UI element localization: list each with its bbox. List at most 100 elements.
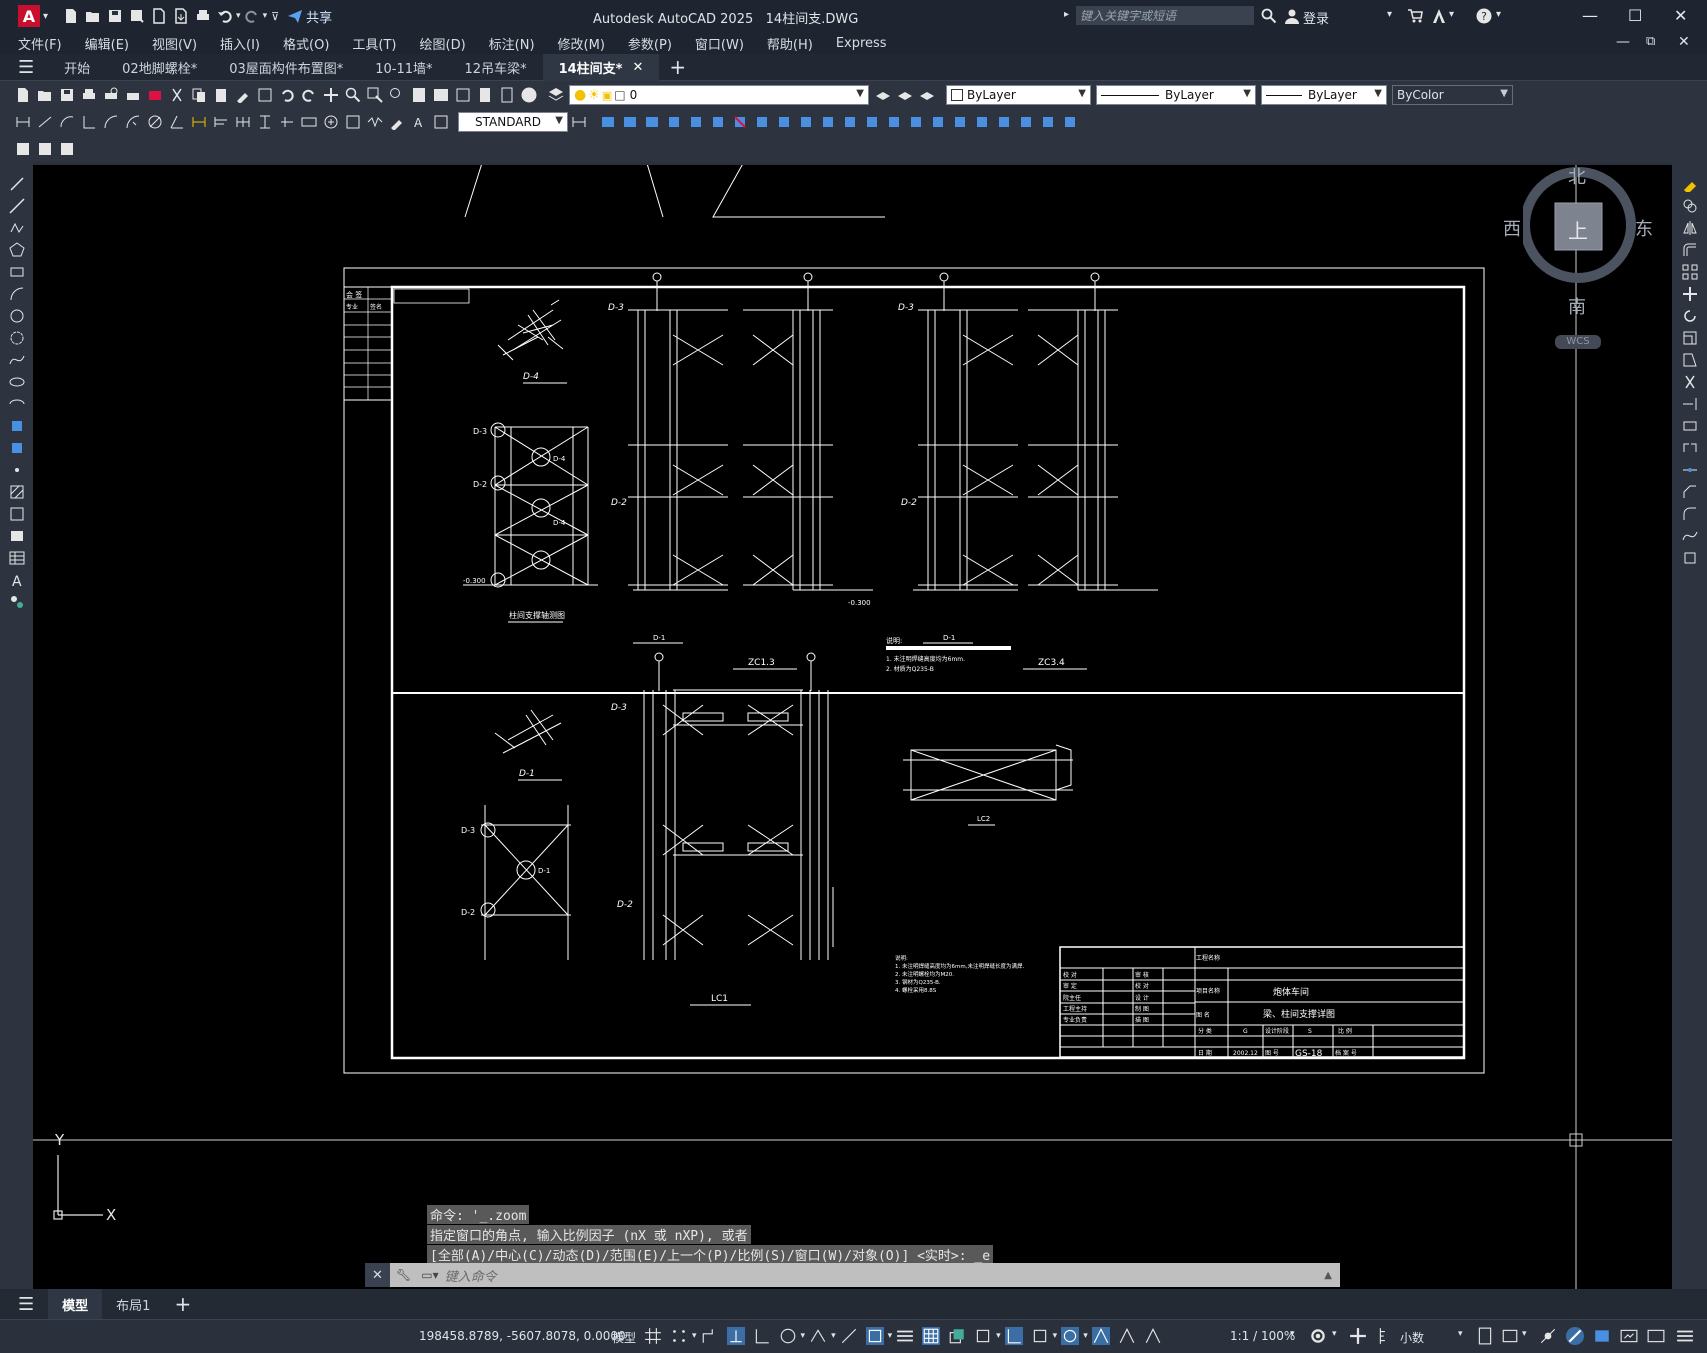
modify-subtract-icon[interactable] [622, 114, 638, 130]
search-input[interactable]: 键入关键字或短语 [1076, 6, 1254, 25]
scale-icon[interactable] [1682, 330, 1698, 346]
clean-screen-toggle-icon[interactable] [1593, 1327, 1611, 1345]
open-folder-icon[interactable] [85, 8, 101, 24]
flatshot-icon[interactable] [1062, 114, 1078, 130]
infer-constraints-icon[interactable] [701, 1327, 719, 1345]
toolbar-help-icon[interactable] [521, 87, 537, 103]
dim-update-icon[interactable] [433, 114, 449, 130]
layer-state-icon[interactable] [919, 87, 935, 103]
extrude-faces-icon[interactable] [666, 114, 682, 130]
workspace-dropdown-chevron-icon[interactable]: ▾ [1332, 1329, 1337, 1339]
undo-tool-icon[interactable] [279, 87, 295, 103]
properties-icon[interactable] [411, 87, 427, 103]
tab-14-active[interactable]: 14柱间支* ✕ [542, 53, 660, 81]
dim-edit-icon[interactable] [389, 114, 405, 130]
transparency-icon[interactable] [922, 1327, 941, 1345]
units-dropdown-chevron-icon[interactable]: ▾ [1458, 1329, 1463, 1339]
annotation-scale-value[interactable]: 1:1 / 100% [1230, 1329, 1295, 1343]
maximize-window-icon[interactable]: ☐ [1628, 6, 1642, 25]
array-icon[interactable] [1682, 264, 1698, 280]
rectangle-icon[interactable] [9, 264, 25, 280]
delete-faces-icon[interactable] [732, 114, 748, 130]
customization-icon[interactable] [1676, 1327, 1694, 1345]
viewcube[interactable]: 北 南 西 东 上 WCS [1503, 165, 1653, 349]
menu-modify[interactable]: 修改(M) [558, 34, 605, 53]
app-menu-chevron-icon[interactable]: ▾ [43, 11, 48, 22]
spline-icon[interactable] [9, 352, 25, 368]
polar-dropdown-chevron-icon[interactable]: ▾ [801, 1331, 806, 1341]
section-plane-icon[interactable] [1040, 114, 1056, 130]
gradient-icon[interactable] [9, 506, 25, 522]
lineweight-combo[interactable]: ByLayer ▼ [1261, 85, 1387, 105]
extract-edges-icon[interactable] [952, 114, 968, 130]
quick-dim-icon[interactable] [191, 114, 207, 130]
dim-linear-icon[interactable] [15, 114, 31, 130]
doc-minimize-icon[interactable]: — [1616, 34, 1630, 50]
publish-icon[interactable] [125, 87, 141, 103]
break-icon[interactable] [1682, 440, 1698, 456]
tab-10-11[interactable]: 10-11墙* [359, 54, 448, 81]
scale-dropdown-chevron-icon[interactable]: ▾ [1290, 1329, 1295, 1339]
layout-tab-model[interactable]: 模型 [48, 1289, 103, 1319]
auto-scale-icon[interactable] [1118, 1327, 1136, 1345]
menu-express[interactable]: Express [836, 36, 887, 51]
menu-edit[interactable]: 编辑(E) [85, 34, 129, 53]
join-icon[interactable] [1682, 462, 1698, 478]
tab-02[interactable]: 02地脚螺栓* [106, 54, 213, 81]
make-block-icon[interactable] [9, 440, 25, 456]
viewcube-north[interactable]: 北 [1568, 165, 1586, 189]
selection-cycling-icon[interactable] [948, 1327, 966, 1345]
drawing-canvas[interactable]: 会 签 专业 签名 D-4 D-3 D-2 D-4 D-4 -0.300 柱间支… [33, 165, 1672, 1289]
autodesk-a360-icon[interactable] [1431, 8, 1447, 24]
command-input[interactable]: 🔧︎ ▭▾ 键入命令 ▲ [390, 1263, 1340, 1287]
taper-faces-icon[interactable] [776, 114, 792, 130]
units-value[interactable]: 小数 [1400, 1329, 1424, 1346]
doc-restore-icon[interactable]: ⧉ [1646, 34, 1655, 49]
new-file-icon[interactable] [63, 8, 79, 24]
menu-format[interactable]: 格式(O) [283, 34, 329, 53]
paste-icon[interactable] [213, 87, 229, 103]
lockui-dropdown-chevron-icon[interactable]: ▾ [1522, 1329, 1527, 1339]
rotate-faces-icon[interactable] [754, 114, 770, 130]
snap-icon[interactable] [670, 1327, 688, 1345]
layer-combo[interactable]: ● ☀ ▣ □ 0 ▼ [569, 85, 869, 105]
modify-intersect-icon[interactable] [644, 114, 660, 130]
trim-icon[interactable] [1682, 374, 1698, 390]
menu-draw[interactable]: 绘图(D) [420, 34, 466, 53]
interfere-icon[interactable] [1018, 114, 1034, 130]
menu-window[interactable]: 窗口(W) [695, 34, 744, 53]
cmd-grip-close[interactable]: ✕ [365, 1263, 390, 1287]
dim-ordinate-icon[interactable] [81, 114, 97, 130]
gizmo-dropdown-chevron-icon[interactable]: ▾ [1083, 1331, 1088, 1341]
open-web-icon[interactable] [151, 8, 167, 24]
modify-union-icon[interactable] [600, 114, 616, 130]
cmd-history-expand-icon[interactable]: ▲ [1324, 1270, 1332, 1281]
layout-menu-icon[interactable]: ☰ [18, 1294, 34, 1315]
customize-qat-chevron-icon[interactable]: ⊽ [271, 10, 279, 23]
save-web-icon[interactable] [173, 8, 189, 24]
inspect-icon[interactable] [345, 114, 361, 130]
dynamic-ucs-icon[interactable] [1004, 1327, 1023, 1345]
dim-angular-icon[interactable] [169, 114, 185, 130]
table-icon[interactable] [9, 550, 25, 566]
annotation-scale-icon[interactable] [1144, 1327, 1162, 1345]
lineweight-toggle-icon[interactable] [896, 1327, 914, 1345]
cut-icon[interactable] [169, 87, 185, 103]
new-tab-plus-icon[interactable]: + [669, 55, 686, 79]
help-dropdown-chevron-icon[interactable]: ▾ [1496, 9, 1501, 20]
menu-view[interactable]: 视图(V) [152, 34, 197, 53]
tab-03[interactable]: 03屋面构件布置图* [213, 54, 359, 81]
copy-object-icon[interactable] [1682, 198, 1698, 214]
qnew-icon[interactable] [15, 87, 31, 103]
a360-dropdown-chevron-icon[interactable]: ▾ [1449, 9, 1454, 20]
zoom-realtime-icon[interactable] [345, 87, 361, 103]
make-current-layer-icon[interactable] [875, 87, 891, 103]
region-icon[interactable] [9, 528, 25, 544]
match-properties-icon[interactable] [235, 87, 251, 103]
plot-icon[interactable] [195, 8, 211, 24]
edit-reference-icon[interactable] [15, 141, 31, 157]
add-to-working-set-icon[interactable] [37, 141, 53, 157]
iso-dropdown-chevron-icon[interactable]: ▾ [831, 1331, 836, 1341]
tab-12[interactable]: 12吊车梁* [449, 54, 543, 81]
mirror-icon[interactable] [1682, 220, 1698, 236]
